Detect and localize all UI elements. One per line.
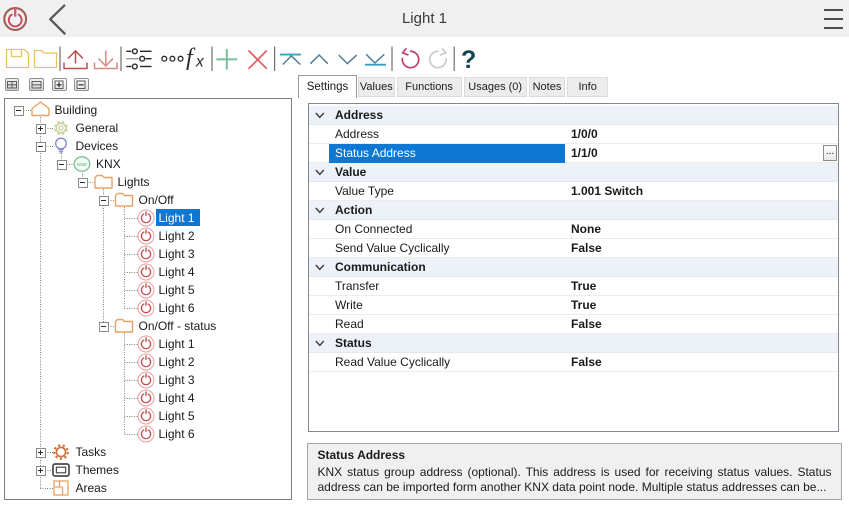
svg-text:f: f xyxy=(186,45,196,71)
svg-text:KNX: KNX xyxy=(77,162,86,167)
svg-text:?: ? xyxy=(461,46,476,74)
svg-text:x: x xyxy=(195,54,205,71)
